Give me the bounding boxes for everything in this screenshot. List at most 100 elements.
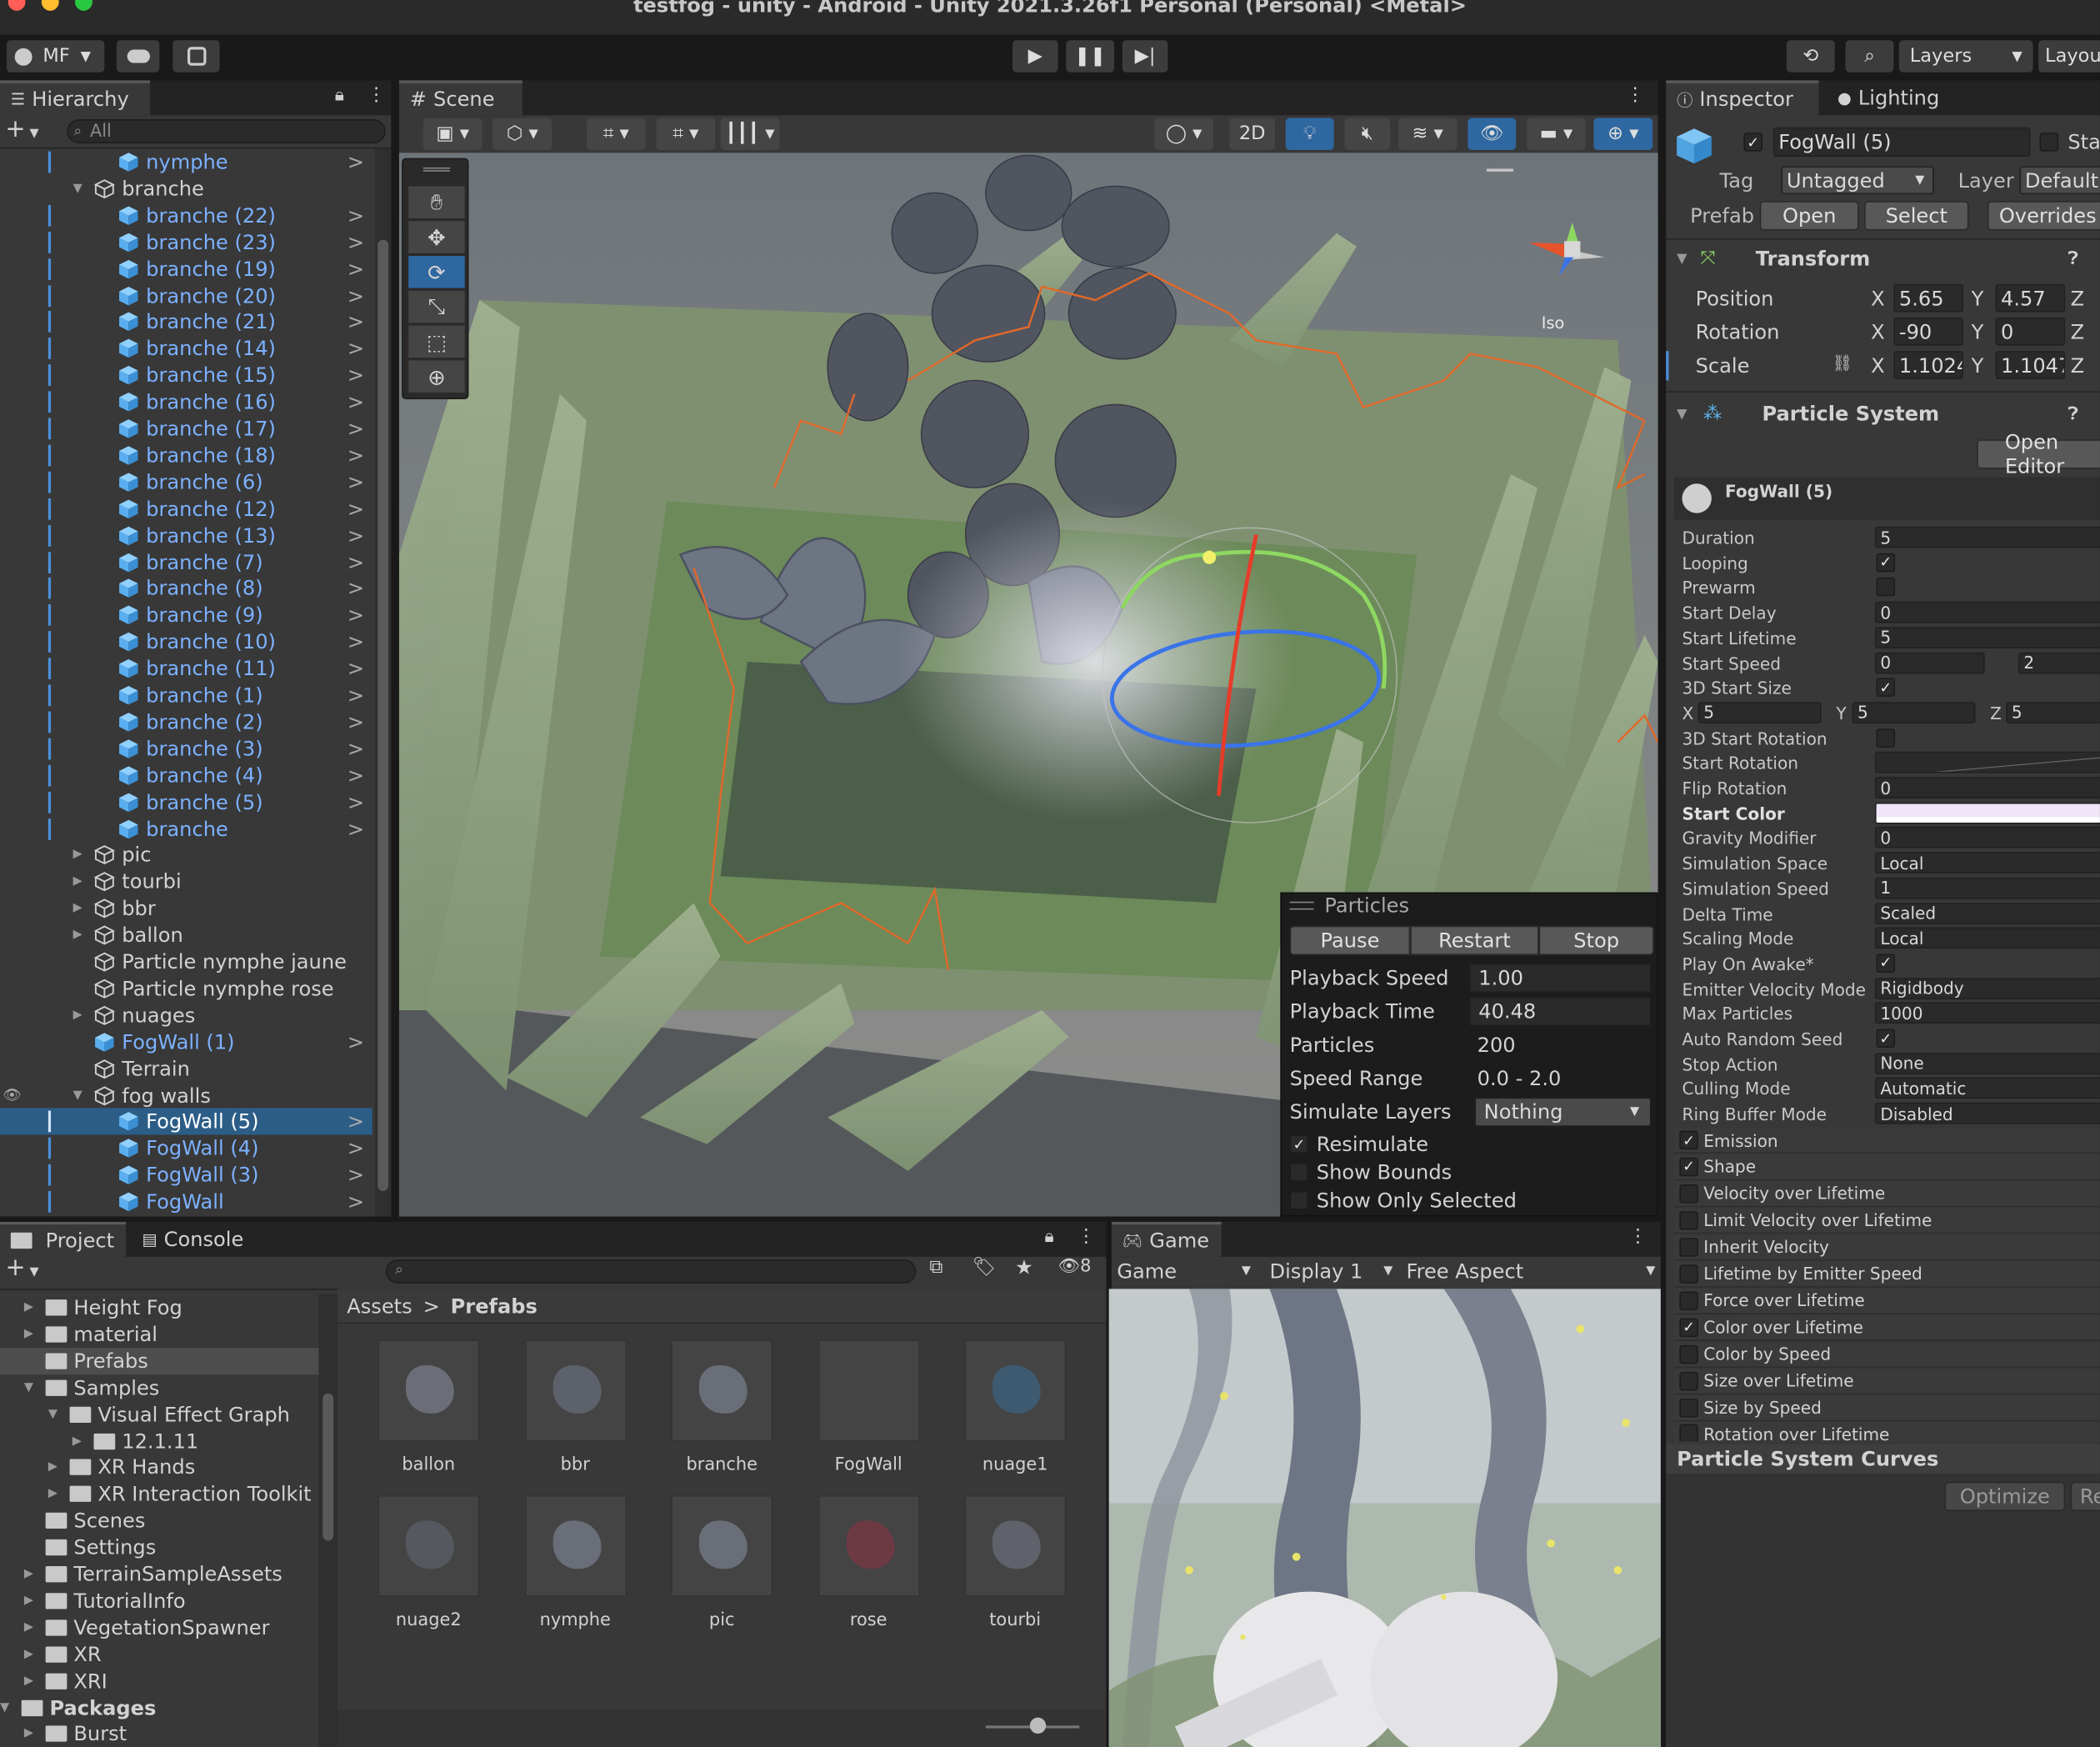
- project-tree-scrollbar[interactable]: [318, 1294, 338, 1747]
- restart-particles-button[interactable]: Restart: [1410, 925, 1539, 956]
- project-folder-item[interactable]: ▶ material: [0, 1321, 318, 1348]
- inspector-row-checkbox[interactable]: ✓: [1876, 553, 1896, 572]
- module-checkbox[interactable]: ✓: [1679, 1157, 1698, 1177]
- hierarchy-item[interactable]: branche (19) >: [0, 255, 372, 282]
- project-folder-item[interactable]: ▼ Samples: [0, 1374, 318, 1401]
- hierarchy-item[interactable]: branche (7) >: [0, 548, 372, 575]
- hierarchy-item[interactable]: branche (2) >: [0, 708, 372, 735]
- asset-item[interactable]: branche: [666, 1339, 778, 1475]
- hierarchy-item[interactable]: FogWall (1) >: [0, 1029, 372, 1055]
- history-button[interactable]: ⟲: [1786, 40, 1835, 73]
- chevron-right-icon[interactable]: >: [348, 443, 364, 468]
- optimize-button[interactable]: Optimize: [1944, 1481, 2066, 1512]
- foldout-closed-icon[interactable]: ▶: [70, 902, 86, 915]
- chevron-right-icon[interactable]: >: [348, 390, 364, 414]
- chevron-right-icon[interactable]: >: [348, 1164, 364, 1188]
- module-row[interactable]: Limit Velocity over Lifetime: [1673, 1208, 2100, 1234]
- chevron-right-icon[interactable]: >: [348, 577, 364, 601]
- project-folder-item[interactable]: Prefabs: [0, 1347, 319, 1374]
- foldout-closed-icon[interactable]: ▶: [24, 1594, 46, 1608]
- gizmos-dropdown[interactable]: ⊕ ▾: [1593, 118, 1653, 151]
- module-checkbox[interactable]: [1679, 1291, 1698, 1310]
- asset-item[interactable]: FogWall: [812, 1339, 925, 1475]
- asset-item[interactable]: ballon: [372, 1339, 485, 1475]
- foldout-closed-icon[interactable]: ▶: [24, 1728, 46, 1741]
- step-button[interactable]: ▶|: [1122, 40, 1168, 73]
- inspector-row-value[interactable]: Automatic: [1874, 1077, 2100, 1099]
- scale-tool[interactable]: ⤡: [408, 290, 465, 323]
- draw-mode-dropdown[interactable]: ▣ ▾: [422, 118, 482, 151]
- project-folder-item[interactable]: ▶ XR: [0, 1641, 318, 1668]
- project-folder-item[interactable]: ▼ Packages: [0, 1694, 318, 1721]
- hierarchy-item[interactable]: branche (15) >: [0, 362, 372, 388]
- game-viewport[interactable]: [1108, 1289, 1661, 1747]
- show-only-selected-checkbox[interactable]: [1289, 1190, 1309, 1210]
- tab-lighting[interactable]: ● Lighting: [1827, 80, 1974, 115]
- hierarchy-item[interactable]: FogWall (5) >: [0, 1108, 372, 1136]
- hierarchy-item[interactable]: branche (4) >: [0, 762, 372, 788]
- chevron-right-icon[interactable]: >: [348, 523, 364, 548]
- rotation-y-field[interactable]: 0: [1995, 317, 2066, 346]
- hierarchy-item[interactable]: FogWall >: [0, 1189, 372, 1215]
- hierarchy-item[interactable]: FogWall (4) >: [0, 1135, 372, 1162]
- show-bounds-checkbox[interactable]: [1289, 1163, 1309, 1182]
- module-checkbox[interactable]: [1679, 1237, 1698, 1257]
- increment-snap-dropdown[interactable]: ⌗ ▾: [656, 118, 716, 151]
- label-icon[interactable]: 🏷︎: [972, 1257, 997, 1279]
- module-checkbox[interactable]: [1679, 1371, 1698, 1390]
- icon-size-slider[interactable]: [1029, 1717, 1047, 1734]
- foldout-closed-icon[interactable]: ▶: [24, 1328, 46, 1341]
- inspector-row-value[interactable]: 0: [1874, 601, 2100, 623]
- rotate-tool[interactable]: ⟳: [408, 256, 465, 288]
- chevron-right-icon[interactable]: >: [348, 657, 364, 681]
- hierarchy-item[interactable]: branche (22) >: [0, 202, 372, 228]
- asset-item[interactable]: rose: [812, 1494, 925, 1630]
- hierarchy-scrollbar[interactable]: [374, 148, 392, 1217]
- asset-item[interactable]: tourbi: [959, 1494, 1072, 1630]
- chevron-right-icon[interactable]: >: [348, 683, 364, 708]
- hierarchy-item[interactable]: ▼ fog walls 👁︎: [0, 1082, 372, 1109]
- chevron-right-icon[interactable]: >: [348, 763, 364, 788]
- drag-handle-icon[interactable]: [1289, 901, 1314, 910]
- chevron-right-icon[interactable]: >: [348, 737, 364, 761]
- hierarchy-item[interactable]: branche (12) >: [0, 495, 372, 522]
- filter-type-icon[interactable]: ⧉: [929, 1257, 942, 1279]
- start-rotation-curve[interactable]: [1874, 752, 2100, 773]
- foldout-closed-icon[interactable]: ▶: [24, 1568, 46, 1581]
- search-button[interactable]: ⌕: [1845, 40, 1894, 73]
- add-object-button[interactable]: + ▼: [5, 115, 38, 143]
- transform-tool[interactable]: ⊕: [408, 360, 465, 393]
- hierarchy-item[interactable]: ▶ ballon: [0, 922, 372, 949]
- inspector-row-checkbox[interactable]: ✓: [1876, 954, 1896, 973]
- tab-game[interactable]: 🎮︎ Game: [1111, 1221, 1222, 1257]
- account-dropdown[interactable]: MF ▼: [7, 40, 105, 73]
- help-icon[interactable]: ❓︎: [2068, 404, 2078, 424]
- cloud-button[interactable]: [116, 40, 160, 73]
- foldout-closed-icon[interactable]: ▶: [70, 848, 86, 862]
- chevron-right-icon[interactable]: >: [348, 1110, 364, 1134]
- module-checkbox[interactable]: [1679, 1398, 1698, 1417]
- visibility-eye-icon[interactable]: 👁︎: [2, 1087, 21, 1104]
- tab-console[interactable]: ▤ Console: [131, 1222, 265, 1257]
- inspector-row-value[interactable]: 5: [1874, 626, 2100, 648]
- rect-tool[interactable]: ⬚: [408, 325, 465, 358]
- camera-dropdown[interactable]: ▬ ▾: [1527, 118, 1586, 151]
- hierarchy-item[interactable]: Particle nymphe jaune: [0, 949, 372, 975]
- tab-inspector[interactable]: ⓘ Inspector: [1666, 80, 1819, 116]
- prefab-select-button[interactable]: Select: [1864, 201, 1969, 231]
- hierarchy-item[interactable]: branche (9) >: [0, 602, 372, 628]
- start-size-z-field[interactable]: 5: [2006, 702, 2100, 723]
- shading-mode-dropdown[interactable]: ◯ ▾: [1154, 118, 1214, 151]
- foldout-open-icon[interactable]: ▼: [24, 1381, 46, 1394]
- particle-system-name-bar[interactable]: FogWall (5): [1673, 477, 2100, 520]
- start-color-swatch[interactable]: [1874, 802, 2100, 824]
- module-row[interactable]: Color by Speed: [1673, 1341, 2100, 1368]
- simulate-layers-dropdown[interactable]: Nothing ▼: [1474, 1097, 1652, 1127]
- hierarchy-item[interactable]: branche (18) >: [0, 442, 372, 468]
- foldout-closed-icon[interactable]: ▶: [70, 929, 86, 942]
- layout-dropdown[interactable]: Layou: [2038, 40, 2100, 73]
- active-checkbox[interactable]: ✓: [1743, 133, 1762, 152]
- inspector-row-checkbox[interactable]: ✓: [1876, 1029, 1896, 1048]
- foldout-closed-icon[interactable]: ▶: [24, 1621, 46, 1634]
- inspector-row-value[interactable]: 0: [1874, 827, 2100, 849]
